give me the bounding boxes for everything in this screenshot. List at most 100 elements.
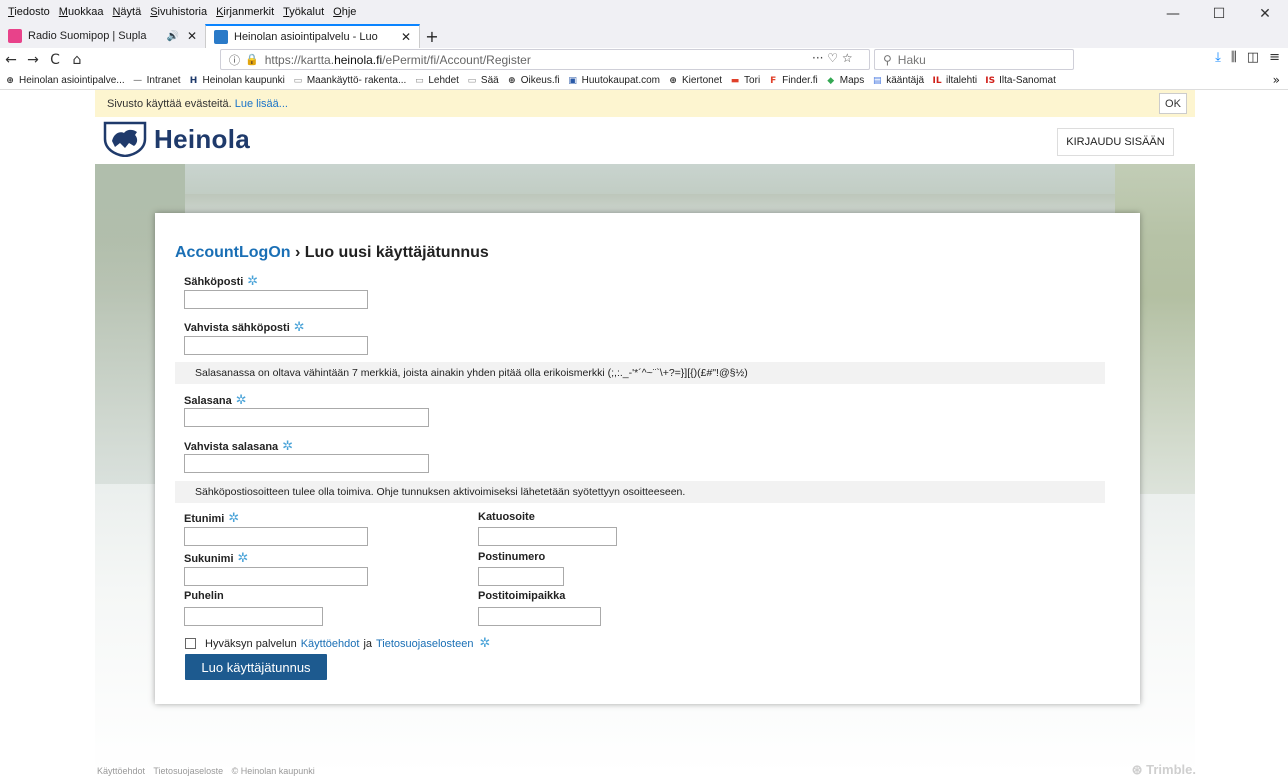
new-tab-button[interactable]: + (420, 24, 444, 48)
password-hint: Salasanassa on oltava vähintään 7 merkki… (175, 362, 1105, 384)
phone-field[interactable] (184, 607, 323, 626)
terms-link[interactable]: Käyttöehdot (301, 638, 360, 650)
bookmark-item[interactable]: ▭ Lehdet (413, 75, 459, 87)
library-icon[interactable]: ⫼ (1231, 50, 1237, 65)
bookmark-item[interactable]: IS Ilta-Sanomat (984, 75, 1056, 87)
bookmark-item[interactable]: ⊕ Oikeus.fi (506, 75, 560, 87)
bookmark-item[interactable]: ⊕ Kiertonet (667, 75, 722, 87)
cookie-ok-button[interactable]: OK (1159, 93, 1187, 114)
bookmark-label: Heinolan asiointipalve... (19, 75, 125, 86)
bookmark-item[interactable]: IL iltalehti (931, 75, 977, 87)
bookmark-label: Maankäyttö- rakenta... (306, 75, 407, 86)
menu-tools[interactable]: Työkalut (283, 6, 324, 18)
brand-name: Heinola (154, 123, 251, 154)
lastname-field[interactable] (184, 567, 368, 586)
search-icon: ⚲ (883, 52, 892, 67)
label-text: Sähköposti (184, 275, 244, 288)
bookmark-item[interactable]: ▭ Sää (466, 75, 499, 87)
menu-history[interactable]: Sivuhistoria (150, 6, 207, 18)
label-text: Vahvista sähköposti (184, 321, 290, 334)
cookie-notice: Sivusto käyttää evästeitä. Lue lisää... … (95, 90, 1195, 117)
password-confirm-field[interactable] (184, 454, 429, 473)
back-icon[interactable]: ← (0, 49, 22, 71)
email-confirm-label: Vahvista sähköposti ✲ (184, 320, 305, 335)
bookmark-item[interactable]: ◆ Maps (825, 75, 864, 87)
city-field[interactable] (478, 607, 601, 626)
close-tab-icon[interactable]: ✕ (187, 29, 197, 43)
bookmark-icon: ▤ (872, 75, 882, 86)
phone-label: Puhelin (184, 590, 224, 602)
bookmark-item[interactable]: ⊕ Heinolan asiointipalve... (4, 75, 125, 87)
bookmark-icon: F (770, 75, 777, 86)
bookmarks-overflow-icon[interactable]: » (1273, 73, 1280, 87)
url-bar[interactable]: ⓘ 🔒 https://kartta. heinola.fi/ePermit/fi… (220, 49, 870, 70)
tab-radio-suomipop[interactable]: Radio Suomipop | Supla 🔊 ✕ (0, 24, 205, 48)
speaker-icon[interactable]: 🔊 (166, 31, 178, 42)
required-icon: ✲ (479, 636, 491, 651)
lock-icon[interactable]: 🔒 (245, 53, 259, 66)
terms-checkbox[interactable] (185, 638, 196, 649)
tab-label: Radio Suomipop | Supla (28, 30, 147, 42)
footer-privacy-link[interactable]: Tietosuojaseloste (153, 766, 223, 776)
required-icon: ✲ (228, 511, 240, 526)
page-title: AccountLogOn › Luo uusi käyttäjätunnus (175, 244, 489, 262)
privacy-link[interactable]: Tietosuojaselosteen (376, 638, 473, 650)
breadcrumb-account-logon[interactable]: AccountLogOn (175, 244, 291, 261)
bookmark-item[interactable]: H Heinolan kaupunki (188, 75, 285, 87)
sidebar-icon[interactable]: ◫ (1247, 50, 1259, 65)
reload-icon[interactable]: C (44, 49, 66, 71)
page-actions-icon[interactable]: ··· ♡ ☆ (812, 51, 853, 65)
street-field[interactable] (478, 527, 617, 546)
terms-row: Hyväksyn palvelun Käyttöehdot ja Tietosu… (185, 636, 490, 651)
search-input[interactable]: ⚲ Haku (874, 49, 1074, 70)
bookmark-label: Sää (480, 75, 499, 86)
required-icon: ✲ (235, 393, 247, 408)
bookmark-item[interactable]: ▭ Maankäyttö- rakenta... (292, 75, 407, 87)
heinola-logo[interactable]: Heinola (102, 121, 250, 157)
cookie-learn-more-link[interactable]: Lue lisää... (235, 98, 288, 110)
label-text: Katuosoite (478, 511, 535, 523)
trimble-logo: ⊛ Trimble. (1131, 762, 1196, 777)
label-text: Sukunimi (184, 552, 234, 565)
hamburger-menu-icon[interactable]: ≡ (1269, 50, 1280, 65)
bookmark-label: Kiertonet (682, 75, 723, 86)
bookmark-item[interactable]: F Finder.fi (767, 75, 818, 87)
email-field[interactable] (184, 290, 368, 309)
tab-bar: Radio Suomipop | Supla 🔊 ✕ Heinolan asio… (0, 24, 1288, 48)
bookmark-item[interactable]: ▤ kääntäjä (871, 75, 924, 87)
info-icon[interactable]: ⓘ (229, 52, 240, 68)
required-icon: ✲ (293, 320, 305, 335)
bookmark-label: Ilta-Sanomat (999, 75, 1056, 86)
bookmark-item[interactable]: — Intranet (132, 75, 180, 87)
menu-view[interactable]: Näytä (112, 6, 141, 18)
forward-icon[interactable]: → (22, 49, 44, 71)
bookmark-item[interactable]: ▬ Tori (729, 75, 760, 87)
tab-label: Heinolan asiointipalvelu - Luo (234, 31, 378, 43)
password-field[interactable] (184, 408, 429, 427)
footer-copyright: © Heinolan kaupunki (231, 766, 315, 776)
bookmark-icon: ▬ (730, 75, 740, 86)
bookmark-item[interactable]: ▣ Huutokaupat.com (567, 75, 660, 87)
postal-code-field[interactable] (478, 567, 564, 586)
create-account-button[interactable]: Luo käyttäjätunnus (185, 654, 327, 680)
bookmark-label: Lehdet (428, 75, 459, 86)
login-button[interactable]: KIRJAUDU SISÄÄN (1057, 128, 1174, 156)
close-tab-icon[interactable]: ✕ (401, 30, 411, 44)
email-confirm-field[interactable] (184, 336, 368, 355)
tab-heinola[interactable]: Heinolan asiointipalvelu - Luo ✕ (205, 24, 420, 48)
firstname-field[interactable] (184, 527, 368, 546)
menu-file[interactable]: Tiedosto (8, 6, 50, 18)
password-confirm-label: Vahvista salasana ✲ (184, 439, 293, 454)
background-horizon (185, 194, 1115, 214)
footer-terms-link[interactable]: Käyttöehdot (97, 766, 145, 776)
label-text: Postinumero (478, 551, 546, 563)
bookmarks-bar: ⊕ Heinolan asiointipalve... — Intranet H Hein… (0, 72, 1288, 90)
bookmark-icon: ▣ (568, 75, 577, 86)
bookmark-label: iltalehti (946, 75, 978, 86)
bookmark-icon: ⊕ (507, 75, 516, 86)
menu-help[interactable]: Ohje (333, 6, 356, 18)
home-icon[interactable]: ⌂ (66, 49, 88, 71)
download-icon[interactable]: ⤓ (1215, 50, 1221, 65)
menu-edit[interactable]: Muokkaa (59, 6, 104, 18)
menu-bookmarks[interactable]: Kirjanmerkit (216, 6, 274, 18)
